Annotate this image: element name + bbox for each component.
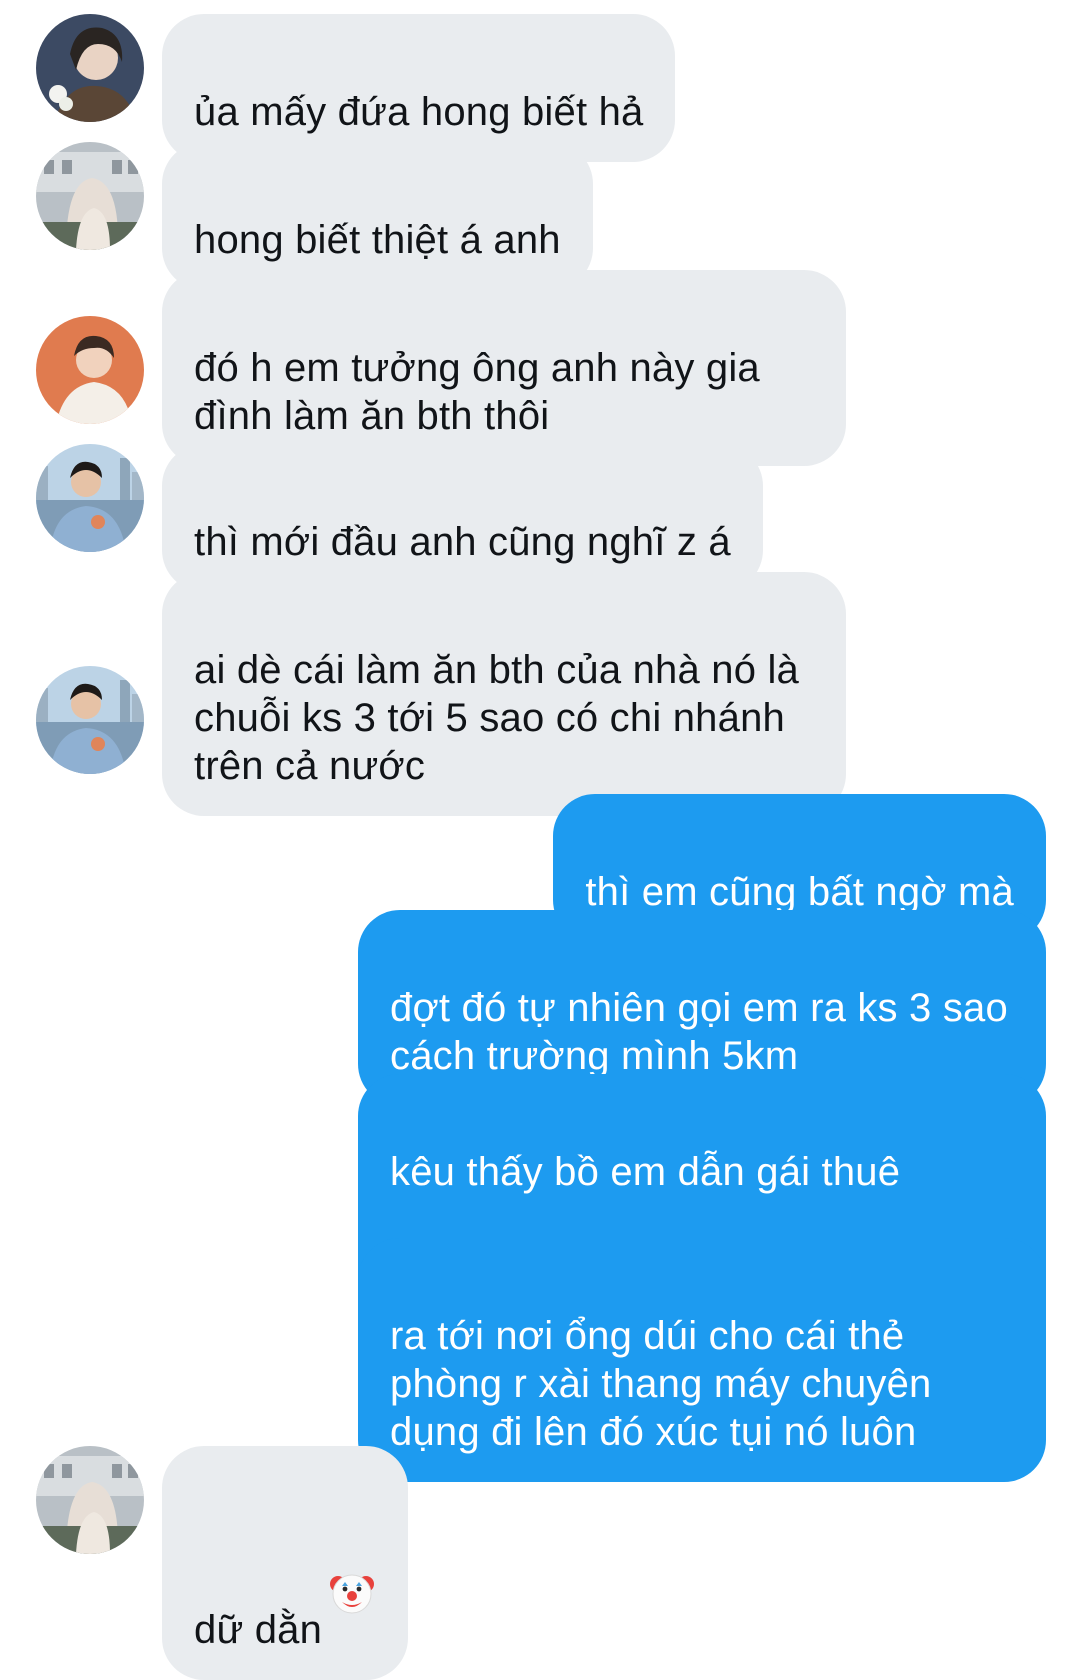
avatar-photo-icon xyxy=(36,316,144,424)
avatar[interactable] xyxy=(36,316,144,424)
chat-thread: ủa mấy đứa hong biết hả hong biết thiệt … xyxy=(0,0,1080,1680)
message-text: ra tới nơi ổng dúi cho cái thẻ phòng r x… xyxy=(390,1314,932,1454)
avatar-photo-icon xyxy=(36,666,144,774)
avatar[interactable] xyxy=(36,142,144,250)
message-text: đợt đó tự nhiên gọi em ra ks 3 sao cách … xyxy=(390,986,1008,1078)
avatar-photo-icon xyxy=(36,14,144,122)
grinning-face-emoji-icon xyxy=(508,1196,556,1290)
message-bubble-outgoing[interactable]: ra tới nơi ổng dúi cho cái thẻ phòng r x… xyxy=(358,1238,1046,1482)
clown-face-emoji-icon xyxy=(328,1520,376,1614)
message-bubble-incoming[interactable]: ủa mấy đứa hong biết hả xyxy=(162,14,676,162)
avatar-photo-icon xyxy=(36,1446,144,1554)
message-text: đó h em tưởng ông anh này gia đình làm ă… xyxy=(194,346,760,438)
avatar[interactable] xyxy=(36,666,144,774)
message-bubble-incoming[interactable]: đó h em tưởng ông anh này gia đình làm ă… xyxy=(162,270,846,466)
message-text: thì mới đầu anh cũng nghĩ z á xyxy=(194,520,731,564)
avatar[interactable] xyxy=(36,1446,144,1554)
message-text: hong biết thiệt á anh xyxy=(194,218,561,262)
avatar-photo-icon xyxy=(36,142,144,250)
message-bubble-incoming[interactable]: dữ dằn xyxy=(162,1446,409,1680)
message-bubble-incoming[interactable]: ai dè cái làm ăn bth của nhà nó là chuỗi… xyxy=(162,572,846,816)
message-bubble-incoming[interactable]: hong biết thiệt á anh xyxy=(162,142,593,290)
avatar[interactable] xyxy=(36,14,144,122)
message-text: ai dè cái làm ăn bth của nhà nó là chuỗi… xyxy=(194,648,799,788)
avatar[interactable] xyxy=(36,444,144,552)
avatar-photo-icon xyxy=(36,444,144,552)
message-bubble-incoming[interactable]: thì mới đầu anh cũng nghĩ z á xyxy=(162,444,763,592)
message-text: ủa mấy đứa hong biết hả xyxy=(194,90,644,134)
message-text: thì em cũng bất ngờ mà xyxy=(585,870,1014,914)
